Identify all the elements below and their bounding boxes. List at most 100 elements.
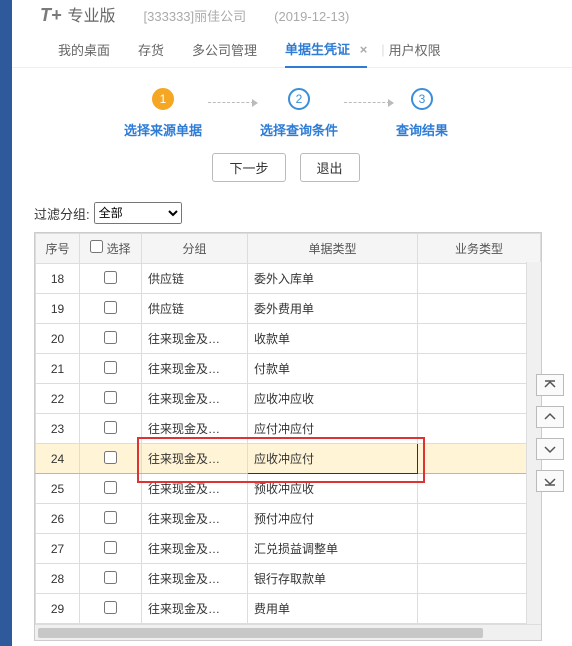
first-button[interactable] bbox=[536, 374, 564, 396]
cell-type[interactable]: 收款单 bbox=[248, 324, 418, 354]
exit-button[interactable]: 退出 bbox=[300, 153, 360, 182]
row-checkbox[interactable] bbox=[104, 421, 117, 434]
scrollbar-thumb[interactable] bbox=[38, 628, 483, 638]
wizard: 1 选择来源单据 2 选择查询条件 3 查询结果 bbox=[0, 88, 572, 139]
horizontal-scrollbar[interactable] bbox=[35, 624, 541, 640]
table-row[interactable]: 18 供应链委外入库单 bbox=[36, 264, 541, 294]
prev-button[interactable] bbox=[536, 406, 564, 428]
app-header: T+ 专业版 [333333]丽佳公司 (2019-12-13) bbox=[0, 0, 572, 28]
row-checkbox[interactable] bbox=[104, 301, 117, 314]
cell-biz[interactable] bbox=[418, 444, 541, 474]
last-button[interactable] bbox=[536, 470, 564, 492]
cell-group[interactable]: 往来现金及… bbox=[142, 324, 248, 354]
cell-group[interactable]: 往来现金及… bbox=[142, 594, 248, 624]
table-row[interactable]: 19供应链委外费用单 bbox=[36, 294, 541, 324]
cell-no: 27 bbox=[36, 534, 80, 564]
th-no[interactable]: 序号 bbox=[36, 234, 80, 264]
table-row[interactable]: 25往来现金及…预收冲应收 bbox=[36, 474, 541, 504]
th-select[interactable]: 选择 bbox=[80, 234, 142, 264]
cell-type[interactable]: 应付冲应付 bbox=[248, 414, 418, 444]
next-button[interactable]: 下一步 bbox=[212, 153, 285, 182]
row-checkbox[interactable] bbox=[104, 271, 117, 284]
cell-type[interactable]: 付款单 bbox=[248, 354, 418, 384]
cell-biz[interactable] bbox=[418, 594, 541, 624]
row-checkbox[interactable] bbox=[104, 571, 117, 584]
cell-chk bbox=[80, 414, 142, 444]
row-checkbox[interactable] bbox=[104, 601, 117, 614]
row-checkbox[interactable] bbox=[104, 361, 117, 374]
filter-row: 过滤分组: 全部 bbox=[34, 202, 572, 224]
cell-no: 28 bbox=[36, 564, 80, 594]
table-row[interactable]: 22往来现金及…应收冲应收 bbox=[36, 384, 541, 414]
cell-type[interactable]: 预收冲应收 bbox=[248, 474, 418, 504]
cell-group[interactable]: 往来现金及… bbox=[142, 504, 248, 534]
cell-type[interactable]: 委外入库单 bbox=[248, 264, 418, 294]
tab-desktop[interactable]: 我的桌面 bbox=[58, 32, 110, 67]
step-2[interactable]: 2 选择查询条件 bbox=[260, 88, 338, 139]
row-checkbox[interactable] bbox=[104, 331, 117, 344]
cell-group[interactable]: 供应链 bbox=[142, 264, 248, 294]
row-checkbox[interactable] bbox=[104, 541, 117, 554]
cell-biz[interactable] bbox=[418, 564, 541, 594]
row-checkbox[interactable] bbox=[104, 391, 117, 404]
cell-no: 18 bbox=[36, 264, 80, 294]
row-checkbox[interactable] bbox=[104, 451, 117, 464]
table-row[interactable]: 26往来现金及…预付冲应付 bbox=[36, 504, 541, 534]
row-checkbox[interactable] bbox=[104, 481, 117, 494]
table-row[interactable]: 20往来现金及…收款单 bbox=[36, 324, 541, 354]
cell-type[interactable]: 应收冲应收 bbox=[248, 384, 418, 414]
side-nav-buttons bbox=[536, 374, 564, 492]
cell-group[interactable]: 往来现金及… bbox=[142, 564, 248, 594]
tab-permission[interactable]: 用户权限 bbox=[389, 32, 441, 67]
table-row[interactable]: 27 往来现金及…汇兑损益调整单 bbox=[36, 534, 541, 564]
cell-group[interactable]: 供应链 bbox=[142, 294, 248, 324]
table-row[interactable]: 28 往来现金及…银行存取款单 bbox=[36, 564, 541, 594]
cell-biz[interactable] bbox=[418, 504, 541, 534]
step-3[interactable]: 3 查询结果 bbox=[396, 88, 448, 139]
cell-group[interactable]: 往来现金及… bbox=[142, 474, 248, 504]
cell-group[interactable]: 往来现金及… bbox=[142, 354, 248, 384]
tab-inventory[interactable]: 存货 bbox=[138, 32, 164, 67]
cell-no: 24 bbox=[36, 444, 80, 474]
cell-biz[interactable] bbox=[418, 414, 541, 444]
cell-group[interactable]: 往来现金及… bbox=[142, 414, 248, 444]
tab-voucher[interactable]: 单据生凭证 × bbox=[285, 31, 367, 68]
cell-group[interactable]: 往来现金及… bbox=[142, 384, 248, 414]
cell-no: 23 bbox=[36, 414, 80, 444]
cell-biz[interactable] bbox=[418, 354, 541, 384]
tab-multicompany[interactable]: 多公司管理 bbox=[192, 32, 257, 67]
table-row[interactable]: 21往来现金及…付款单 bbox=[36, 354, 541, 384]
cell-biz[interactable] bbox=[418, 384, 541, 414]
th-group[interactable]: 分组 bbox=[142, 234, 248, 264]
step-1[interactable]: 1 选择来源单据 bbox=[124, 88, 202, 139]
cell-type[interactable]: 预付冲应付 bbox=[248, 504, 418, 534]
app-edition: 专业版 bbox=[68, 2, 116, 26]
next-button-nav[interactable] bbox=[536, 438, 564, 460]
table-row[interactable]: 29 往来现金及…费用单 bbox=[36, 594, 541, 624]
cell-chk bbox=[80, 294, 142, 324]
cell-biz[interactable] bbox=[418, 264, 541, 294]
table-header-row: 序号 选择 分组 单据类型 业务类型 bbox=[36, 234, 541, 264]
filter-select[interactable]: 全部 bbox=[94, 202, 182, 224]
cell-type[interactable]: 费用单 bbox=[248, 594, 418, 624]
cell-biz[interactable] bbox=[418, 474, 541, 504]
cell-group[interactable]: 往来现金及… bbox=[142, 534, 248, 564]
cell-biz[interactable] bbox=[418, 324, 541, 354]
th-biz[interactable]: 业务类型 bbox=[418, 234, 541, 264]
close-icon[interactable]: × bbox=[360, 42, 368, 57]
select-all-checkbox[interactable] bbox=[90, 240, 103, 253]
cell-type[interactable]: 应收冲应付 bbox=[248, 444, 418, 474]
cell-biz[interactable] bbox=[418, 294, 541, 324]
app-logo: T+ bbox=[40, 5, 62, 26]
th-type[interactable]: 单据类型 bbox=[248, 234, 418, 264]
row-checkbox[interactable] bbox=[104, 511, 117, 524]
cell-group[interactable]: 往来现金及… bbox=[142, 444, 248, 474]
cell-type[interactable]: 银行存取款单 bbox=[248, 564, 418, 594]
table-row[interactable]: 23 往来现金及…应付冲应付 bbox=[36, 414, 541, 444]
cell-type[interactable]: 汇兑损益调整单 bbox=[248, 534, 418, 564]
cell-no: 29 bbox=[36, 594, 80, 624]
table-row[interactable]: 24 往来现金及…应收冲应付 bbox=[36, 444, 541, 474]
cell-biz[interactable] bbox=[418, 534, 541, 564]
arrow-icon bbox=[344, 102, 390, 103]
cell-type[interactable]: 委外费用单 bbox=[248, 294, 418, 324]
